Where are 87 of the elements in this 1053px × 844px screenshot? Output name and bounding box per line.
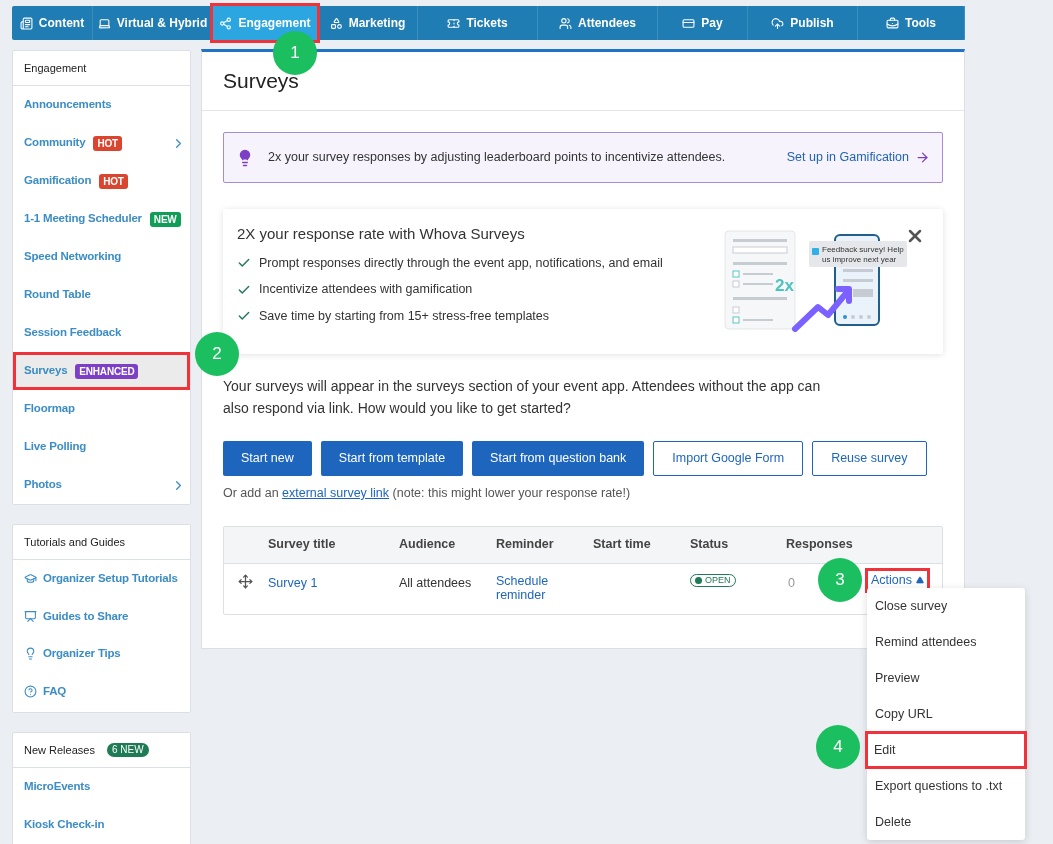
arrow-drawing: [792, 286, 852, 332]
nav-icon: [447, 16, 461, 30]
nav-tab[interactable]: Content: [12, 6, 92, 40]
intro-text: Your surveys will appear in the surveys section of your event app. Attendees without the app can also respond via link. How would you like to get started?: [223, 377, 822, 418]
benefit-text: Prompt responses directly through the event app, notifications, and email: [259, 254, 663, 272]
external-survey-link[interactable]: external survey link: [282, 486, 390, 500]
caret-icon: [916, 576, 924, 585]
bubble-text: Feedback survey! Help: [822, 245, 904, 254]
nav-tab[interactable]: Engagement: [213, 6, 317, 40]
nav-tab[interactable]: Tools: [858, 6, 964, 40]
action-button[interactable]: Start new: [223, 441, 312, 476]
guide-link[interactable]: Organizer Setup Tutorials: [13, 560, 190, 598]
guide-link[interactable]: Guides to Share: [13, 597, 190, 635]
guide-icon: [24, 572, 37, 586]
column-header: Audience: [399, 536, 457, 554]
menu-item[interactable]: Preview: [867, 660, 1025, 696]
column-header: Survey title: [268, 536, 337, 554]
nav-icon: [97, 16, 111, 30]
menu-item[interactable]: Edit: [866, 732, 1026, 768]
action-button[interactable]: Reuse survey: [812, 441, 927, 476]
menu-item[interactable]: Remind attendees: [867, 624, 1025, 660]
table-cell-text: 0: [788, 574, 795, 592]
menu-item[interactable]: Delete: [867, 804, 1025, 840]
sidebar-item[interactable]: Kiosk Check-in: [13, 806, 190, 844]
action-button[interactable]: Start from template: [320, 441, 464, 476]
guide-link[interactable]: Organizer Tips: [13, 635, 190, 673]
card-title: New Releases: [24, 742, 95, 758]
sidebar-item[interactable]: MicroEvents: [13, 768, 190, 806]
arrow-right-icon: [915, 150, 930, 165]
action-button[interactable]: Start from question bank: [472, 441, 645, 476]
count-badge: 6 NEW: [106, 743, 149, 757]
nav-icon: [329, 16, 343, 30]
sidebar-item[interactable]: Live Polling: [13, 428, 190, 466]
badge: ENHANCED: [75, 363, 139, 379]
guide-icon: [24, 684, 37, 698]
table-cell-text: All attendees: [399, 574, 472, 592]
menu-item[interactable]: Close survey: [867, 588, 1025, 624]
menu-item[interactable]: Copy URL: [867, 696, 1025, 732]
nav-tab[interactable]: Virtual & Hybrid: [93, 6, 212, 40]
card-title: Tutorials and Guides: [24, 534, 126, 550]
benefit-text: Incentivize attendees with gamification: [259, 281, 473, 299]
guide-link[interactable]: FAQ: [13, 672, 190, 710]
tip-text: 2x your survey responses by adjusting leaderboard points to incentivize attendees.: [268, 149, 726, 167]
nav-icon: [682, 16, 696, 30]
promo-title: 2X your response rate with Whova Surveys: [237, 224, 526, 244]
nav-tab[interactable]: Tickets: [418, 6, 537, 40]
card-title: Engagement: [24, 60, 87, 76]
actions-dropdown[interactable]: Actions: [868, 570, 927, 590]
action-button[interactable]: Import Google Form: [653, 441, 804, 476]
badge: HOT: [93, 135, 122, 151]
guide-icon: [24, 609, 37, 623]
nav-tab[interactable]: Pay: [658, 6, 747, 40]
menu-item[interactable]: Export questions to .txt: [867, 768, 1025, 804]
nav-tab[interactable]: Publish: [748, 6, 857, 40]
badge: NEW: [149, 211, 181, 227]
nav-icon: [219, 16, 233, 30]
nav-icon: [19, 16, 33, 30]
sidebar-item[interactable]: Speed Networking: [13, 238, 190, 276]
sidebar-item[interactable]: Floormap: [13, 390, 190, 428]
column-header: Start time: [593, 536, 652, 554]
nav-icon: [885, 16, 899, 30]
column-header: Status: [690, 536, 730, 554]
multiplier-text: 2x: [775, 276, 794, 295]
nav-icon: [559, 16, 572, 30]
sidebar-item[interactable]: Photos: [13, 466, 190, 504]
nav-icon: [771, 16, 785, 30]
nav-tab[interactable]: Marketing: [318, 6, 417, 40]
sidebar-item[interactable]: Surveys ENHANCED: [13, 352, 190, 390]
external-link-note: Or add an external survey link (note: this might lower your response rate!): [223, 485, 632, 502]
guide-icon: [24, 647, 37, 661]
sidebar-item[interactable]: Gamification HOT: [13, 162, 190, 200]
column-header: Reminder: [496, 536, 555, 554]
nav-tab[interactable]: Attendees: [538, 6, 657, 40]
drag-handle-icon[interactable]: [238, 573, 253, 589]
schedule-reminder-link[interactable]: Schedule reminder: [496, 573, 549, 602]
step-marker: 4: [816, 725, 860, 769]
bubble-text: us improve next year: [822, 255, 897, 264]
badge: HOT: [99, 173, 128, 189]
sidebar-item[interactable]: Round Table: [13, 276, 190, 314]
benefit-text: Save time by starting from 15+ stress-free templates: [259, 308, 550, 325]
sidebar-item[interactable]: Announcements: [13, 86, 190, 124]
survey-title-link[interactable]: Survey 1: [268, 573, 318, 593]
gamification-link[interactable]: Set up in Gamification: [786, 148, 930, 167]
column-header: Responses: [786, 536, 854, 554]
sidebar-item[interactable]: Session Feedback: [13, 314, 190, 352]
sidebar-item[interactable]: Community HOT: [13, 124, 190, 162]
sidebar-item[interactable]: 1-1 Meeting Scheduler NEW: [13, 200, 190, 238]
